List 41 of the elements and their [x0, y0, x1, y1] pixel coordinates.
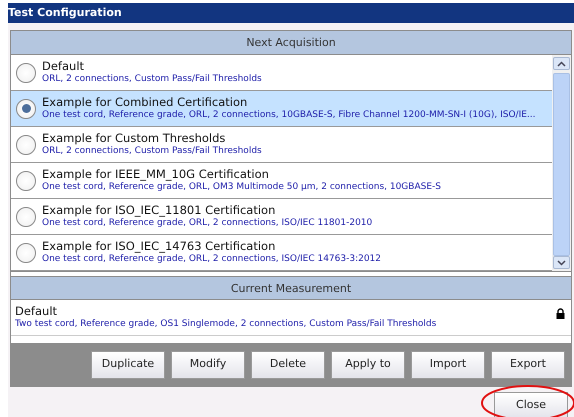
radio-button[interactable] [16, 242, 36, 262]
close-button[interactable]: Close [494, 392, 568, 417]
action-button[interactable]: Modify [171, 350, 245, 378]
item-name: Default [42, 59, 86, 73]
action-button[interactable]: Export [491, 350, 565, 378]
item-details: One test cord, Reference grade, ORL, 2 connections, ISO/IEC 11801-2010 [42, 217, 372, 230]
item-details: ORL, 2 connections, Custom Pass/Fail Thresholds [42, 145, 262, 158]
item-details: Two test cord, Reference grade, OS1 Singlemode, 2 connections, Custom Pass/Fail Thresholds [15, 318, 438, 331]
scroll-thumb[interactable] [553, 73, 570, 256]
radio-button[interactable] [16, 206, 36, 226]
section-header: Next Acquisition [11, 31, 571, 55]
radio-button[interactable] [16, 134, 36, 154]
action-button[interactable]: Duplicate [91, 350, 165, 378]
chevron-down-icon [557, 260, 566, 266]
item-name: Example for Combined Certification [42, 95, 248, 109]
radio-button[interactable] [16, 98, 36, 118]
radio-button[interactable] [16, 170, 36, 190]
list-item[interactable]: Example for Custom Thresholds ORL, 2 connections, Custom Pass/Fail Thresholds [11, 127, 552, 163]
item-details: One test cord, Reference grade, ORL, 2 connections, 10GBASE-S, Fibre Channel 1200-MM-SN-I (10G), ISO/IE... [42, 109, 536, 122]
item-name: Example for ISO_IEC_14763 Certification [42, 239, 276, 253]
item-name: Example for IEEE_MM_10G Certification [42, 167, 270, 181]
chevron-up-icon [557, 60, 566, 66]
list-item[interactable]: Example for ISO_IEC_14763 Certification One test cord, Reference grade, ORL, 2 connections, ISO/IEC 14763-3:2012 [11, 235, 552, 271]
item-name: Default [15, 304, 58, 318]
action-button[interactable]: Delete [251, 350, 325, 378]
item-details: One test cord, Reference grade, ORL, 2 connections, ISO/IEC 14763-3:2012 [42, 253, 382, 266]
list-item[interactable]: Example for IEEE_MM_10G Certification One test cord, Reference grade, ORL, OM3 Multimode 50 µm, 2 connections, 10GBASE-S [11, 163, 552, 199]
scrollbar[interactable] [552, 55, 571, 271]
list-item[interactable]: Example for Combined Certification One test cord, Reference grade, ORL, 2 connections, 10GBASE-S, Fibre Channel 1200-MM-SN-I (10G), ISO/IE... [11, 91, 552, 127]
action-button[interactable]: Import [411, 350, 485, 378]
list-item[interactable]: Example for ISO_IEC_11801 Certification One test cord, Reference grade, ORL, 2 connections, ISO/IEC 11801-2010 [11, 199, 552, 235]
scroll-up-button[interactable] [553, 57, 570, 70]
item-name: Example for Custom Thresholds [42, 131, 226, 145]
radio-button[interactable] [16, 62, 36, 82]
window-title: Test Configuration [8, 3, 574, 23]
item-name: Example for ISO_IEC_11801 Certification [42, 203, 276, 217]
item-details: ORL, 2 connections, Custom Pass/Fail Thresholds [42, 73, 262, 86]
item-details: One test cord, Reference grade, ORL, OM3 Multimode 50 µm, 2 connections, 10GBASE-S [42, 181, 441, 194]
scroll-down-button[interactable] [553, 256, 570, 269]
section-header: Current Measurement [11, 276, 571, 300]
action-button[interactable]: Apply to [331, 350, 405, 378]
